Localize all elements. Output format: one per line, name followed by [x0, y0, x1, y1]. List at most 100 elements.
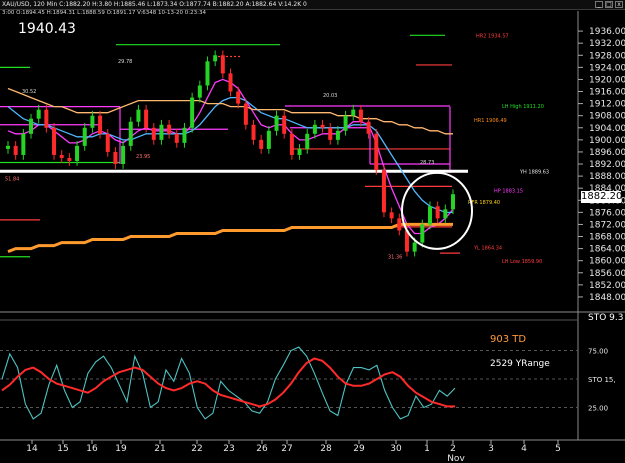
candle-body [197, 85, 202, 98]
candle-body [328, 127, 333, 140]
x-tick-label: 30 [390, 444, 402, 454]
y-tick-label: 1908.00 [589, 112, 625, 122]
candle-body [243, 103, 248, 125]
candle-body [113, 151, 118, 165]
candle-body [90, 115, 95, 128]
candle-body [374, 133, 379, 171]
candle-body [282, 115, 287, 134]
candle-body [381, 170, 386, 213]
x-tick-label: 5 [555, 444, 561, 454]
candle-body [59, 154, 64, 158]
y-tick-label: 1868.00 [589, 233, 625, 243]
y-tick-label: 1860.00 [589, 257, 625, 267]
candle-body [259, 139, 264, 149]
swing-annotation: 23.95 [136, 154, 150, 160]
swing-annotation: 20.03 [323, 93, 337, 99]
200-ma-line [7, 222, 453, 253]
candle-body [266, 130, 271, 149]
x-tick-label: 23 [223, 444, 234, 454]
sto-tick-label: STO 15, [588, 376, 616, 384]
candle-body [274, 115, 279, 131]
candle-body [151, 127, 156, 140]
y-tick-label: 1916.00 [589, 88, 625, 98]
candle-body [351, 109, 356, 116]
fast-ma-line [7, 78, 454, 235]
y-tick-label: 1928.00 [589, 51, 625, 61]
candle-body [236, 91, 241, 104]
y-tick-label: 1900.00 [589, 136, 625, 146]
y-tick-label: 1904.00 [589, 124, 625, 134]
y-tick-label: 1856.00 [589, 269, 625, 279]
swing-annotation: 29.78 [118, 59, 132, 65]
price-level-label: YH 1889.63 [519, 169, 549, 175]
candle-body [128, 121, 133, 146]
price-level-label: HR2 1934.57 [476, 33, 509, 39]
price-level-label: HR1 1906.49 [474, 118, 507, 124]
swing-annotation: 30.52 [22, 89, 36, 95]
y-tick-label: 1852.00 [589, 281, 625, 291]
candle-body [136, 109, 141, 122]
x-tick-label: 2 [450, 444, 456, 454]
sto-tick-label: 25.00 [588, 405, 608, 413]
candle-body [121, 145, 126, 165]
current-price-box: 1882.20 [581, 191, 623, 203]
candle-body [190, 97, 195, 128]
candle-body [21, 133, 26, 155]
candle-body [159, 124, 164, 140]
x-tick-label: 1 [424, 444, 430, 454]
y-tick-label: 1936.00 [589, 27, 625, 37]
candle-body [182, 127, 187, 143]
candle-body [397, 218, 402, 231]
candle-body [98, 115, 103, 134]
x-tick-label: 21 [154, 444, 165, 454]
candle-body [251, 124, 256, 140]
chart-canvas[interactable]: 1936.00 1932.00 1928.00 1924.00 1920.00 1916.… [0, 0, 625, 463]
candle-body [167, 124, 172, 134]
candle-body [75, 145, 80, 161]
sto-fast-line [1, 346, 456, 420]
y-tick-label: 1924.00 [589, 63, 625, 73]
candle-body [366, 121, 371, 134]
candle-body [144, 109, 149, 128]
y-tick-label: 1932.00 [589, 39, 625, 49]
price-level-label: YL 1864.34 [473, 246, 502, 252]
price-level-label: RFR 1879.40 [468, 200, 500, 206]
x-tick-label: 19 [115, 444, 127, 454]
candle-body [358, 109, 363, 122]
candle-body [389, 212, 394, 219]
candle-body [13, 145, 18, 155]
x-tick-label: 27 [281, 444, 292, 454]
y-tick-label: 1888.00 [589, 172, 625, 182]
swing-annotation: 51.84 [5, 176, 19, 182]
candle-body [412, 242, 417, 252]
candle-body [420, 224, 425, 243]
candle-body [52, 127, 57, 155]
price-level-label: LH Low 1859.90 [502, 259, 542, 265]
mid-ma-line [7, 96, 453, 214]
x-month-label: Nov [447, 454, 465, 463]
candle-body [312, 124, 317, 134]
x-tick-label: 14 [26, 444, 38, 454]
y-tick-label: 1848.00 [589, 293, 625, 303]
x-tick-label: 3 [488, 444, 494, 454]
candle-body [213, 55, 218, 62]
candle-body [451, 194, 455, 210]
sto-tick-label: 75.00 [588, 348, 608, 356]
candle-body [443, 209, 448, 219]
x-tick-label: 16 [86, 444, 98, 454]
y-tick-label: 1912.00 [589, 100, 625, 110]
candle-body [105, 133, 110, 152]
td-indicator-label: 903 TD [490, 334, 527, 345]
candle-body [82, 127, 87, 146]
y-tick-label: 1864.00 [589, 245, 625, 255]
candle-body [427, 206, 432, 225]
price-level-label: LH High 1911.20 [502, 104, 544, 110]
swing-annotation: 28.73 [420, 160, 434, 166]
candle-body [343, 115, 348, 131]
y-tick-label: 1876.00 [589, 208, 625, 218]
sto-slow-line [1, 357, 455, 408]
sto-panel-label: STO 9.3 [588, 313, 624, 323]
y-tick-label: 1896.00 [589, 148, 625, 158]
candle-body [435, 206, 440, 219]
x-tick-label: 26 [256, 444, 268, 454]
